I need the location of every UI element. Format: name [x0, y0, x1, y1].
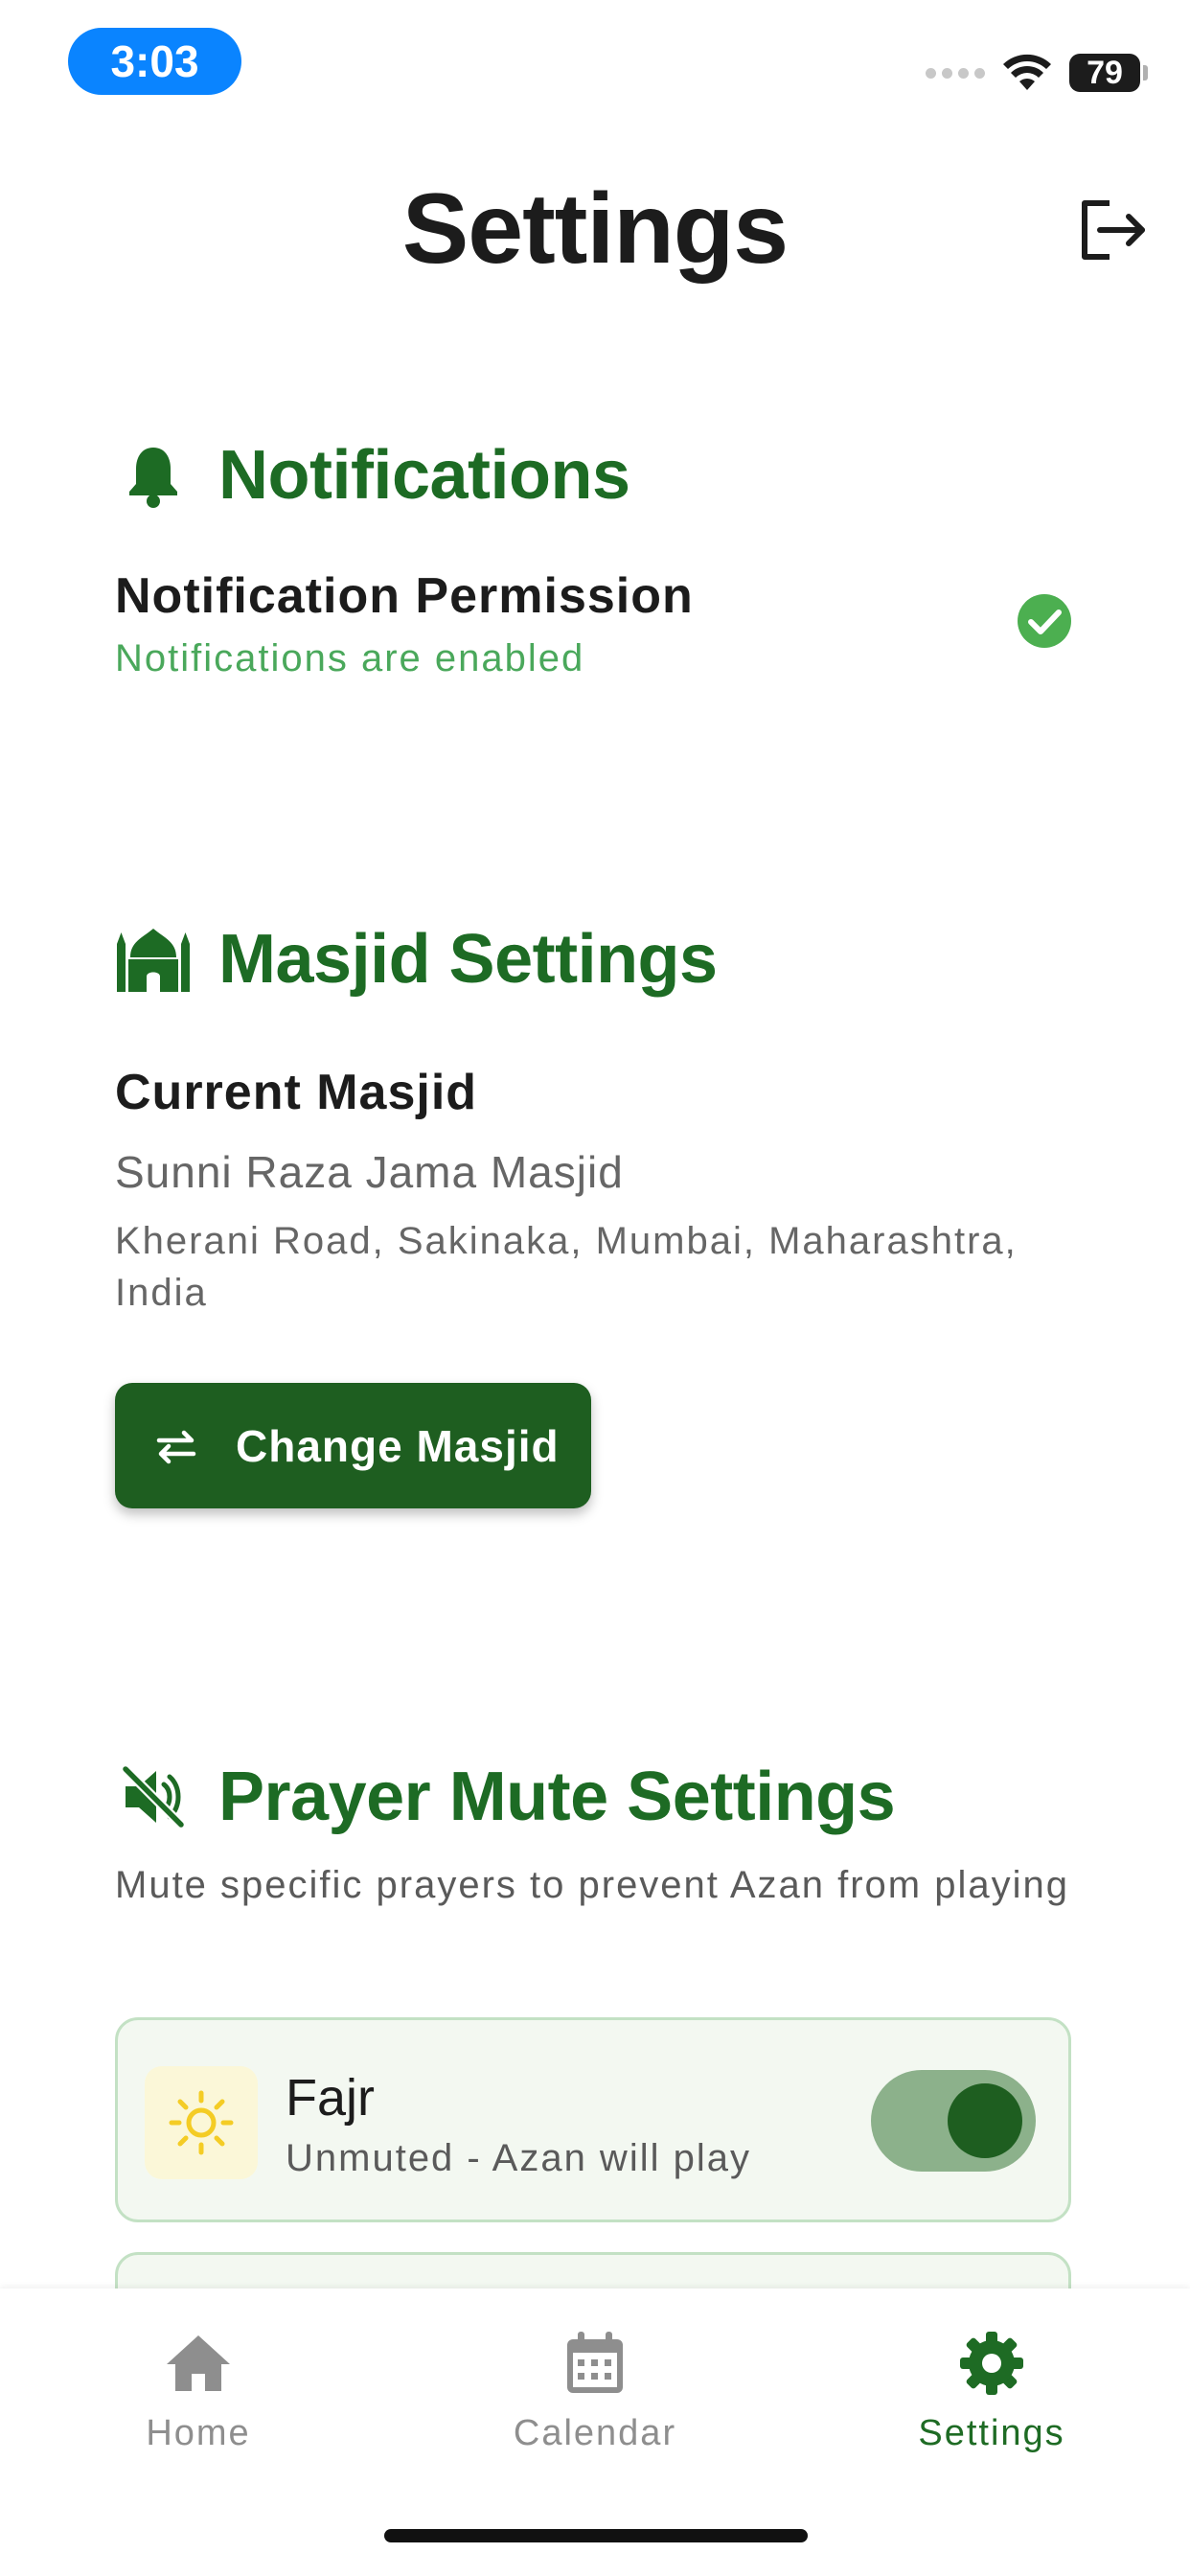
prayer-mute-description: Mute specific prayers to prevent Azan fr…	[115, 1864, 1069, 1906]
status-time: 3:03	[68, 28, 241, 95]
nav-calendar-label: Calendar	[513, 2413, 677, 2453]
fajr-mute-toggle[interactable]	[871, 2070, 1036, 2172]
check-circle-icon	[1018, 594, 1071, 648]
status-icons: 79	[926, 50, 1148, 96]
page-title: Settings	[401, 173, 789, 285]
prayer-status: Unmuted - Azan will play	[286, 2137, 751, 2179]
volume-off-icon	[115, 1759, 192, 1835]
notification-permission-status: Notifications are enabled	[115, 637, 585, 679]
sun-icon	[145, 2066, 258, 2179]
change-masjid-button[interactable]: Change Masjid	[115, 1383, 591, 1508]
logout-icon[interactable]	[1075, 192, 1152, 268]
mosque-icon	[115, 921, 192, 998]
gear-icon	[955, 2327, 1028, 2400]
wifi-icon	[1003, 54, 1051, 90]
prayer-name: Fajr	[286, 2069, 375, 2127]
prayer-mute-section-header: Prayer Mute Settings	[115, 1758, 896, 1836]
cellular-signal-icon	[926, 67, 985, 79]
masjid-address: Kherani Road, Sakinaka, Mumbai, Maharash…	[115, 1220, 1018, 1314]
nav-calendar[interactable]: Calendar	[451, 2327, 739, 2454]
nav-home-label: Home	[146, 2413, 251, 2453]
change-masjid-label: Change Masjid	[236, 1420, 560, 1471]
prayer-card-fajr: Fajr Unmuted - Azan will play	[115, 2017, 1071, 2222]
calendar-icon	[559, 2327, 631, 2400]
bell-icon	[115, 437, 192, 514]
masjid-section-header: Masjid Settings	[115, 920, 718, 999]
swap-arrows-icon	[153, 1419, 207, 1473]
home-icon	[162, 2327, 235, 2400]
home-indicator[interactable]	[384, 2529, 808, 2542]
toggle-knob	[948, 2083, 1022, 2158]
nav-settings-label: Settings	[918, 2413, 1065, 2453]
prayer-mute-heading: Prayer Mute Settings	[218, 1759, 896, 1835]
masjid-heading: Masjid Settings	[218, 921, 718, 998]
notification-permission-label: Notification Permission	[115, 568, 694, 624]
masjid-name: Sunni Raza Jama Masjid	[115, 1147, 624, 1197]
battery-indicator: 79	[1069, 54, 1148, 92]
nav-settings[interactable]: Settings	[848, 2327, 1135, 2454]
current-masjid-label: Current Masjid	[115, 1065, 478, 1120]
notifications-heading: Notifications	[218, 437, 630, 514]
nav-home[interactable]: Home	[55, 2327, 342, 2454]
notifications-section-header: Notifications	[115, 436, 630, 515]
